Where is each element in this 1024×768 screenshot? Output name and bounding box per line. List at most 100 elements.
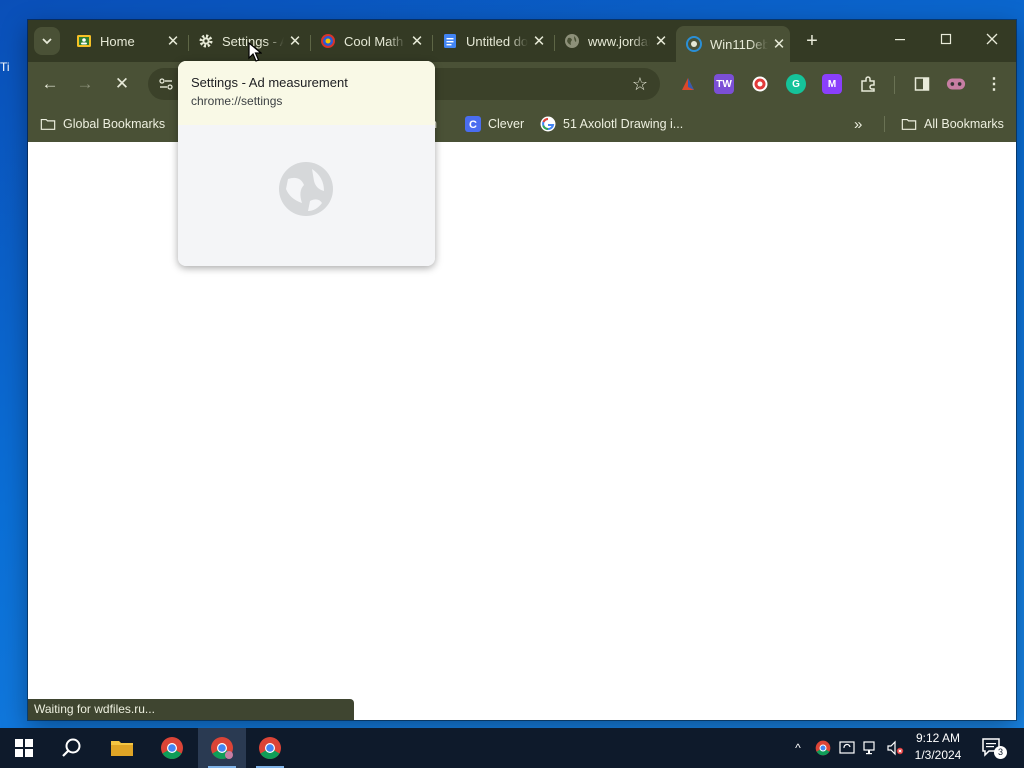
tab-jordan[interactable]: www.jordan ✕ bbox=[554, 26, 672, 56]
network-icon[interactable] bbox=[860, 728, 882, 768]
profile-avatar[interactable] bbox=[946, 74, 966, 94]
status-bubble: Waiting for wdfiles.ru... bbox=[28, 699, 354, 720]
chrome-icon bbox=[211, 737, 233, 759]
clock-date: 1/3/2024 bbox=[914, 748, 962, 762]
tab-close-button[interactable]: ✕ bbox=[162, 32, 184, 50]
extension-1-icon[interactable] bbox=[678, 74, 698, 94]
tab-close-button[interactable]: ✕ bbox=[528, 32, 550, 50]
hover-card-title: Settings - Ad measurement bbox=[191, 75, 348, 90]
chrome-icon bbox=[161, 737, 183, 759]
chrome-profile-taskbar-button[interactable] bbox=[198, 728, 246, 768]
tray-overflow-button[interactable]: ^ bbox=[788, 728, 808, 768]
globe-icon bbox=[279, 162, 333, 216]
hover-card-url: chrome://settings bbox=[191, 94, 283, 108]
bookmark-label: Clever bbox=[488, 117, 525, 131]
tab-settings[interactable]: Settings - Ad measurement ✕ bbox=[188, 26, 306, 56]
forward-arrow-icon: → bbox=[76, 74, 94, 93]
hover-card-preview bbox=[178, 125, 435, 266]
svg-text:C: C bbox=[469, 119, 477, 131]
side-panel-icon[interactable] bbox=[912, 74, 932, 94]
docs-icon bbox=[442, 33, 458, 49]
tab-close-button[interactable]: ✕ bbox=[650, 32, 672, 50]
globe-icon bbox=[564, 33, 580, 49]
site-icon bbox=[686, 36, 702, 52]
notification-count-badge: 3 bbox=[994, 746, 1007, 759]
chevron-down-icon bbox=[42, 38, 52, 45]
new-tab-button[interactable]: + bbox=[800, 29, 824, 53]
maximize-button[interactable] bbox=[923, 28, 969, 52]
tab-close-button[interactable]: ✕ bbox=[768, 35, 790, 53]
toolbar-divider bbox=[894, 76, 895, 94]
tab-search-button[interactable] bbox=[34, 27, 60, 55]
close-icon bbox=[986, 33, 998, 45]
clever-icon: C bbox=[465, 116, 481, 132]
bookmark-axolotl[interactable]: 51 Axolotl Drawing i... bbox=[540, 114, 683, 134]
maximize-icon bbox=[940, 33, 952, 45]
tab-strip: Home ✕ Settings - Ad measurement ✕ Cool … bbox=[28, 20, 1016, 62]
tab-title: Home bbox=[100, 33, 135, 49]
bookmark-clever[interactable]: C Clever bbox=[465, 114, 524, 134]
extension-record-icon[interactable] bbox=[750, 74, 770, 94]
chrome-taskbar-button[interactable] bbox=[148, 728, 196, 768]
extension-tw-icon[interactable]: TW bbox=[714, 74, 734, 94]
chrome-second-taskbar-button[interactable] bbox=[246, 728, 294, 768]
chevron-up-icon: ^ bbox=[795, 741, 801, 755]
bookmarks-bar: Global Bookmarks rn C Clever 51 Axolotl … bbox=[28, 106, 1016, 143]
page-content bbox=[28, 142, 1016, 720]
tray-chrome-icon[interactable] bbox=[812, 728, 834, 768]
double-chevron-icon: » bbox=[854, 115, 863, 133]
volume-muted-icon[interactable] bbox=[884, 728, 906, 768]
tab-win11debloat[interactable]: Win11Debloat ✕ bbox=[676, 26, 790, 62]
google-icon bbox=[540, 116, 556, 132]
all-bookmarks-button[interactable]: All Bookmarks bbox=[901, 114, 1004, 134]
tab-close-button[interactable]: ✕ bbox=[284, 32, 306, 50]
tab-title: Cool Math Games bbox=[344, 33, 406, 49]
back-arrow-icon: ← bbox=[41, 74, 59, 93]
close-window-button[interactable] bbox=[969, 28, 1015, 52]
extension-m-icon[interactable]: M bbox=[822, 74, 842, 94]
bookmark-label: 51 Axolotl Drawing i... bbox=[563, 117, 684, 131]
site-info-icon[interactable] bbox=[158, 76, 174, 92]
mouse-cursor bbox=[248, 42, 262, 62]
taskbar: ^ 9:12 AM 1/3/2024 3 bbox=[0, 728, 1024, 768]
extension-grammarly-icon[interactable]: G bbox=[786, 74, 806, 94]
tab-close-button[interactable]: ✕ bbox=[406, 32, 428, 50]
tab-title: www.jordan bbox=[588, 33, 650, 49]
search-button[interactable] bbox=[48, 728, 96, 768]
start-button[interactable] bbox=[0, 728, 48, 768]
coolmath-icon bbox=[320, 33, 336, 49]
desktop-icon-label[interactable]: Ti bbox=[0, 60, 28, 74]
tab-docs[interactable]: Untitled document ✕ bbox=[432, 26, 550, 56]
bookmarks-overflow-button[interactable]: » bbox=[854, 114, 862, 134]
tab-title: Win11Debloat bbox=[710, 36, 768, 52]
bookmark-label: All Bookmarks bbox=[924, 117, 1004, 131]
forward-button[interactable]: → bbox=[73, 72, 97, 96]
folder-icon bbox=[111, 741, 133, 756]
system-clock[interactable]: 9:12 AM 1/3/2024 bbox=[906, 730, 970, 764]
menu-kebab-icon[interactable]: ⋮ bbox=[984, 74, 1004, 94]
stop-loading-button[interactable]: ✕ bbox=[110, 72, 134, 96]
tab-coolmath[interactable]: Cool Math Games ✕ bbox=[310, 26, 428, 56]
toolbar: ← → ✕ ☆ TW G M ⋮ bbox=[28, 62, 1016, 106]
notification-center-button[interactable]: 3 bbox=[980, 736, 1007, 760]
tab-hover-card: Settings - Ad measurement chrome://setti… bbox=[178, 61, 435, 266]
file-explorer-button[interactable] bbox=[98, 728, 146, 768]
clock-time: 9:12 AM bbox=[915, 731, 961, 745]
bookmark-star-icon[interactable]: ☆ bbox=[632, 74, 648, 95]
extensions-puzzle-icon[interactable] bbox=[858, 74, 878, 94]
bookmarks-divider bbox=[884, 116, 885, 132]
windows-logo-icon bbox=[15, 739, 33, 757]
browser-window: Home ✕ Settings - Ad measurement ✕ Cool … bbox=[28, 20, 1016, 720]
back-button[interactable]: ← bbox=[38, 72, 62, 96]
bookmark-label: Global Bookmarks bbox=[63, 117, 166, 131]
minimize-button[interactable] bbox=[877, 28, 923, 52]
gear-icon bbox=[198, 33, 214, 49]
classroom-icon bbox=[76, 33, 92, 49]
chrome-icon bbox=[259, 737, 281, 759]
tray-update-icon[interactable] bbox=[836, 728, 858, 768]
folder-icon bbox=[901, 116, 917, 132]
tab-home[interactable]: Home ✕ bbox=[66, 26, 184, 56]
bookmark-global[interactable]: Global Bookmarks bbox=[40, 114, 165, 134]
search-icon bbox=[62, 738, 81, 757]
close-icon: ✕ bbox=[114, 74, 130, 93]
